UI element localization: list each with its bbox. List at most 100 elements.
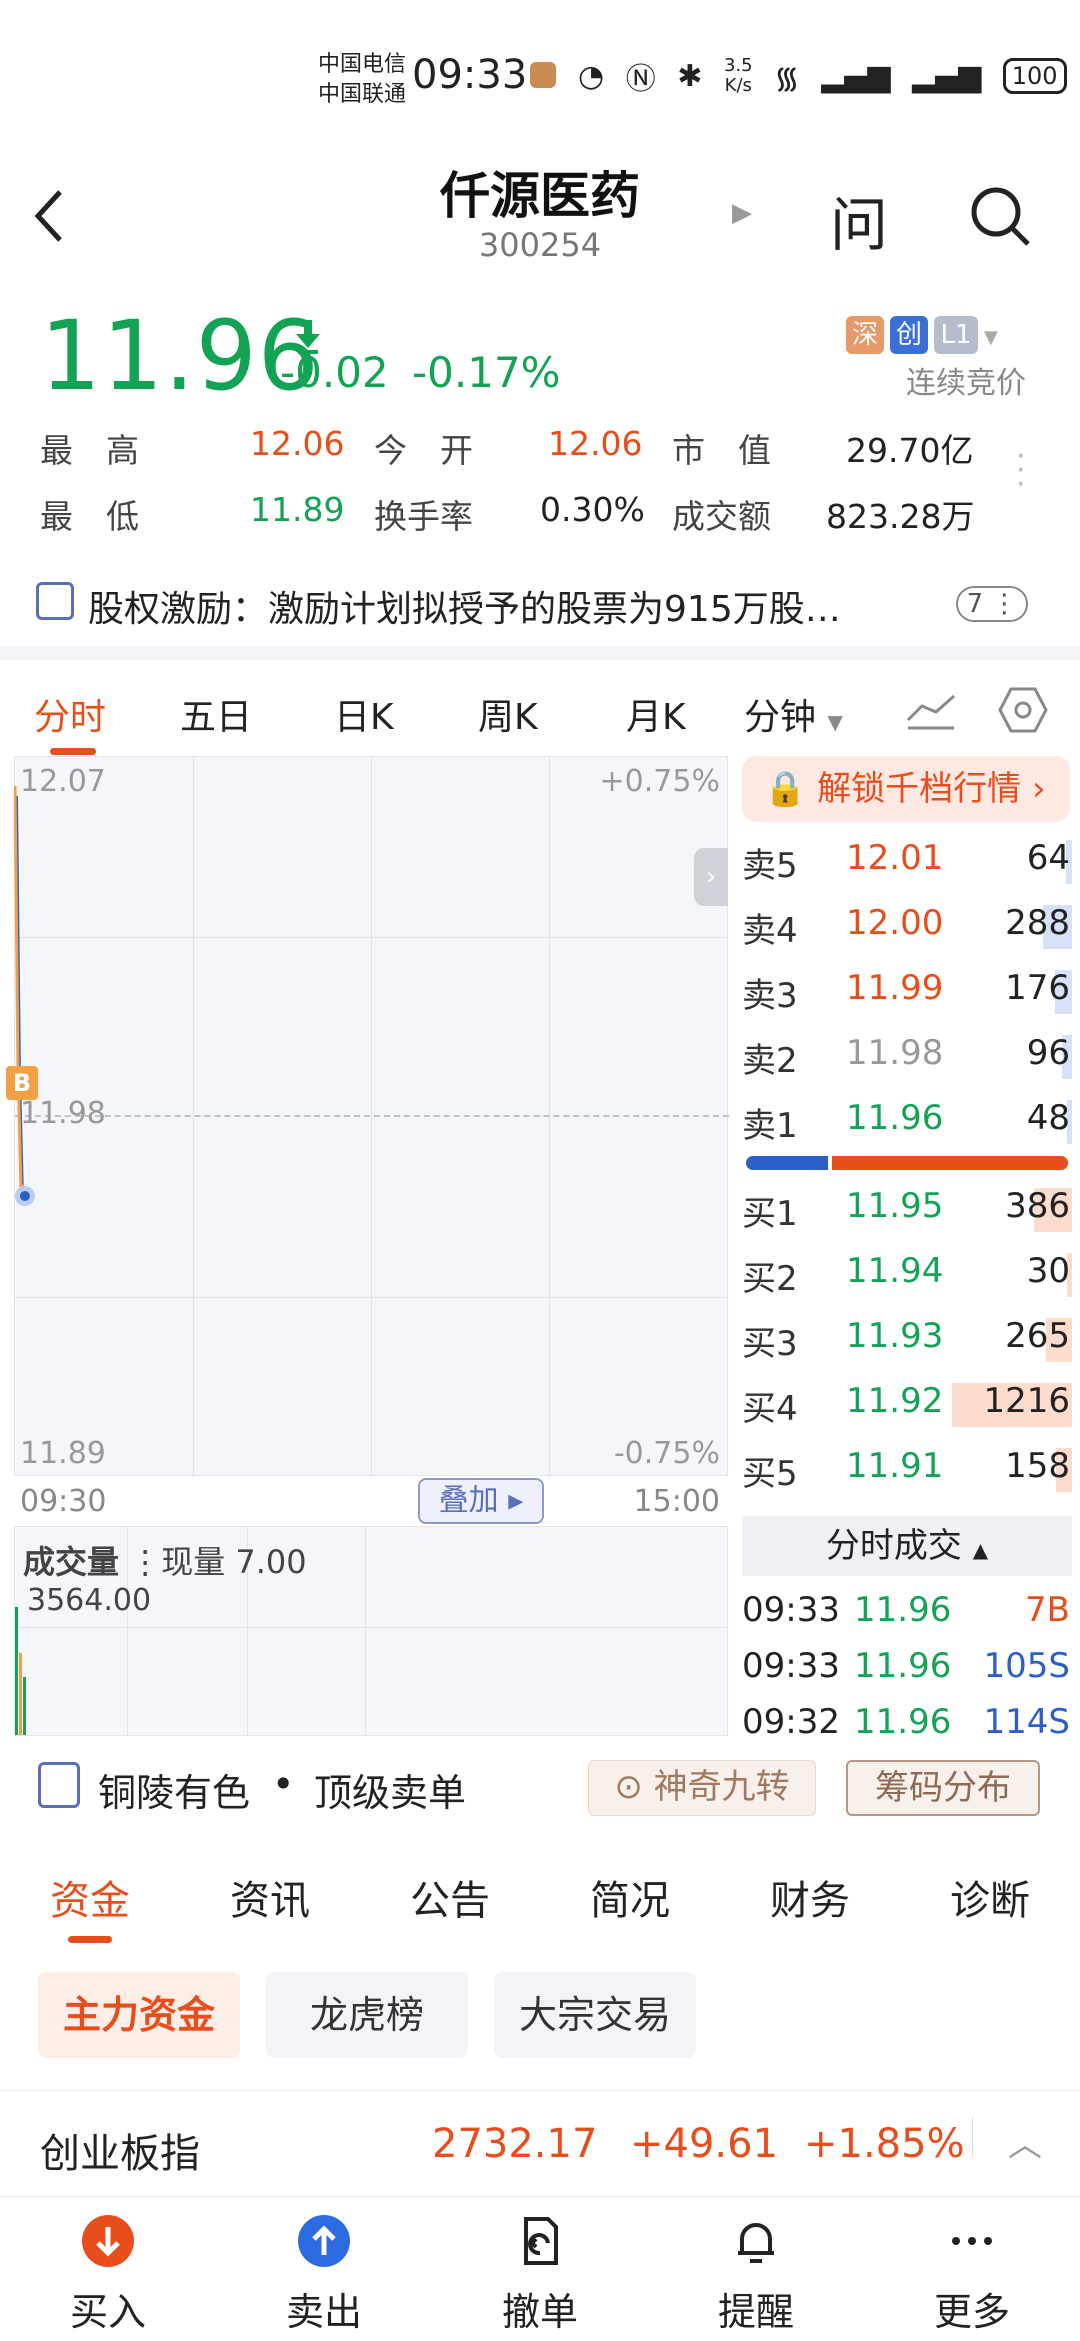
ask-level-label: 卖4	[742, 911, 798, 951]
high-label: 最 高	[40, 431, 139, 470]
chevron-down-icon: ▼	[827, 710, 843, 734]
bid-row: 买1 11.95 386	[742, 1178, 1072, 1243]
volume-bar	[19, 1653, 22, 1735]
tick-row: 09:33 11.96 7B	[742, 1590, 1072, 1648]
notice-count-badge[interactable]: 7 ⋮	[956, 586, 1028, 622]
carrier-1: 中国电信	[318, 52, 407, 77]
subtab-block-trade[interactable]: 大宗交易	[494, 1972, 696, 2058]
level1-badge[interactable]: L1	[934, 316, 978, 354]
tab-minute[interactable]: 分钟 ▼	[744, 688, 843, 740]
tab-intraday[interactable]: 分时	[34, 688, 106, 740]
signal-4g-icon: ▂▄▆	[821, 58, 891, 94]
tick-price: 11.96	[854, 1646, 952, 1686]
stock-header: 仟源医药 300254 ▶ 问	[0, 150, 1080, 300]
ask-level-label: 卖3	[742, 976, 798, 1016]
y-label-high: 12.07	[20, 764, 106, 799]
bid-price: 11.94	[846, 1251, 944, 1291]
related-stock[interactable]: 铜陵有色	[98, 1762, 250, 1817]
settings-hex-icon[interactable]	[998, 686, 1048, 734]
nav-buy[interactable]: 买入	[48, 2197, 168, 2341]
volume-chart[interactable]: 成交量 ⋮现量 7.00 3564.00	[14, 1526, 728, 1736]
more-vertical-icon[interactable]: · · ·	[1016, 442, 1026, 500]
ask-price: 12.00	[846, 903, 944, 943]
index-ticker[interactable]: 创业板指 2732.17 +49.61 +1.85% ︿	[0, 2090, 1080, 2196]
bid-level-label: 买3	[742, 1324, 798, 1364]
expand-orderbook-icon[interactable]: ›	[694, 848, 728, 906]
bid-price: 11.91	[846, 1446, 944, 1486]
price-change: -0.02	[280, 348, 389, 397]
price-change-pct: -0.17%	[412, 348, 561, 397]
index-value: 2732.17	[432, 2121, 598, 2167]
bid-row: 买2 11.94 30	[742, 1243, 1072, 1308]
chip-distribution-button[interactable]: 筹码分布	[846, 1760, 1040, 1816]
tab-five-day[interactable]: 五日	[180, 688, 252, 740]
switch-stock-icon[interactable]: ▶	[732, 198, 752, 228]
tab-funds[interactable]: 资金	[50, 1868, 130, 1926]
current-volume: 现量 7.00	[161, 1543, 307, 1581]
tab-announcements[interactable]: 公告	[410, 1868, 490, 1926]
ticks-header[interactable]: 分时成交 ▲	[742, 1516, 1072, 1576]
ask-row: 卖2 11.98 96	[742, 1025, 1072, 1090]
ask-level-label: 卖1	[742, 1106, 798, 1146]
tab-financials[interactable]: 财务	[770, 1868, 850, 1926]
chinext-badge: 创	[890, 316, 928, 354]
ask-row: 卖4 12.00 288	[742, 895, 1072, 960]
pct-label-high: +0.75%	[599, 764, 720, 799]
tick-time: 09:33	[742, 1646, 840, 1686]
nav-alert[interactable]: 提醒	[696, 2197, 816, 2341]
quote-grid: 最 高 12.06 今 开 12.06 市 值 29.70亿 最 低 11.89…	[40, 418, 1000, 550]
turnover-value: 0.30%	[540, 490, 645, 529]
speedometer-icon: ◔	[578, 58, 605, 94]
overlay-button[interactable]: 叠加 ▸	[418, 1478, 544, 1524]
ask-button[interactable]: 问	[830, 178, 888, 262]
bid-level-label: 买4	[742, 1389, 798, 1429]
unlock-depth-button[interactable]: 🔒 解锁千档行情 ›	[742, 756, 1070, 822]
market-cap-value: 29.70亿	[846, 431, 974, 470]
tab-profile[interactable]: 简况	[590, 1868, 670, 1926]
index-pct: +1.85%	[804, 2121, 965, 2167]
tab-diagnosis[interactable]: 诊断	[950, 1868, 1030, 1926]
tab-news[interactable]: 资讯	[230, 1868, 310, 1926]
amount-value: 823.28万	[826, 497, 975, 536]
chevron-down-icon[interactable]: ▼	[984, 327, 998, 348]
tick-price: 11.96	[854, 1590, 952, 1630]
bid-level-label: 买5	[742, 1454, 798, 1494]
bid-price: 11.95	[846, 1186, 944, 1226]
bottom-nav: 买入 卖出 撤单 提醒 更多	[0, 2196, 1080, 2340]
tab-weekly-k[interactable]: 周K	[478, 688, 538, 740]
magic-nine-button[interactable]: ⊙ 神奇九转	[588, 1760, 816, 1816]
subtab-dragon-tiger[interactable]: 龙虎榜	[266, 1972, 468, 2058]
last-point	[19, 1191, 30, 1201]
nav-more[interactable]: 更多	[912, 2197, 1032, 2341]
bid-volume: 30	[1026, 1251, 1070, 1291]
stock-code: 300254	[478, 226, 602, 264]
index-name: 创业板指	[40, 2131, 200, 2177]
bid-volume: 265	[1005, 1316, 1070, 1356]
ask-level-label: 卖5	[742, 846, 798, 886]
chevron-up-icon[interactable]: ︿	[1008, 2117, 1042, 2166]
time-start: 09:30	[20, 1484, 107, 1519]
tick-time: 09:32	[742, 1702, 840, 1742]
ask-price: 11.99	[846, 968, 944, 1008]
tab-daily-k[interactable]: 日K	[334, 688, 394, 740]
carrier-2: 中国联通	[318, 82, 407, 107]
ask-price: 11.96	[846, 1098, 944, 1138]
document-icon	[38, 1762, 80, 1808]
tick-volume: 114S	[983, 1702, 1070, 1742]
divider	[0, 646, 1080, 660]
wifi-icon: ᯾	[774, 60, 800, 96]
intraday-chart[interactable]: 12.07 11.98 11.89 +0.75% -0.75% › B	[6, 756, 729, 1477]
open-value: 12.06	[548, 424, 643, 463]
indicator-icon[interactable]	[906, 690, 956, 730]
time-axis: 09:30 叠加 ▸ 15:00	[14, 1478, 728, 1528]
tick-time: 09:33	[742, 1590, 840, 1630]
tab-monthly-k[interactable]: 月K	[626, 688, 686, 740]
last-price: 11.96	[40, 300, 320, 412]
net-speed: 3.5 K/s	[723, 55, 753, 96]
subtab-main-funds[interactable]: 主力资金	[38, 1972, 240, 2058]
notice-bar[interactable]: 股权激励：激励计划拟授予的股票为915万股… 7 ⋮	[36, 574, 1046, 636]
search-icon[interactable]	[968, 184, 1032, 248]
nav-sell[interactable]: 卖出	[264, 2197, 384, 2341]
nav-cancel-order[interactable]: 撤单	[480, 2197, 600, 2341]
bid-row: 买4 11.92 1216	[742, 1373, 1072, 1438]
